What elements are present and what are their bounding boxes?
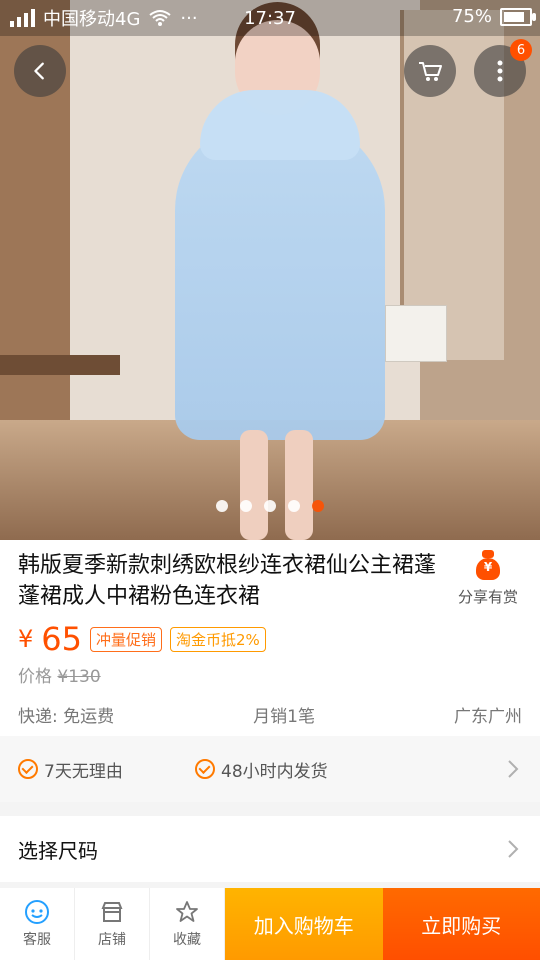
more-menu-button[interactable]: 6 [474, 39, 532, 97]
select-size-row[interactable]: 选择尺码 [0, 816, 540, 882]
star-icon [176, 901, 198, 922]
more-dots: ··· [180, 7, 198, 29]
model-leg-left [240, 430, 268, 540]
product-hero-image[interactable] [0, 0, 540, 540]
cart-button[interactable] [404, 45, 456, 97]
shipping-location: 广东广州 [454, 707, 522, 727]
clock: 17:37 [244, 8, 296, 29]
add-to-cart-button[interactable]: 加入购物车 [225, 888, 383, 960]
status-bar: 中国移动4G ··· 17:37 75% [0, 0, 540, 36]
toolbar-label: 收藏 [173, 932, 201, 948]
carrier-text: 中国移动4G [43, 9, 141, 30]
chevron-right-icon [508, 760, 519, 778]
toolbar-label: 店铺 [98, 932, 126, 948]
hero-shelf-decoration [0, 355, 120, 375]
product-info-card: 韩版夏季新款刺绣欧根纱连衣裙仙公主裙蓬蓬裙成人中裙粉色连衣裙 ¥ 分享有赏 ¥ … [0, 540, 540, 736]
shop-button[interactable]: 店铺 [75, 888, 150, 960]
orig-price-label: 价格 [18, 667, 52, 687]
original-price: 价格 ¥130 [18, 662, 101, 687]
monthly-sales: 月销1笔 [253, 707, 315, 727]
product-title: 韩版夏季新款刺绣欧根纱连衣裙仙公主裙蓬蓬裙成人中裙粉色连衣裙 [18, 553, 437, 609]
favorite-button[interactable]: 收藏 [150, 888, 225, 960]
battery-icon [500, 7, 536, 26]
service-face-icon [25, 900, 49, 924]
money-bag-icon: ¥ [473, 550, 503, 580]
product-meta-row: 快递: 免运费 月销1笔 广东广州 [18, 702, 522, 727]
carousel-dot[interactable] [288, 500, 300, 512]
price-row: ¥ 65 冲量促销 淘金币抵2% [18, 620, 266, 658]
service-label: 7天无理由 [44, 761, 123, 782]
signal-icon [10, 9, 35, 27]
check-circle-icon [195, 759, 215, 779]
notification-badge: 6 [510, 39, 532, 61]
wifi-icon [149, 10, 172, 26]
check-circle-icon [18, 759, 38, 779]
select-size-label: 选择尺码 [18, 838, 98, 863]
bottom-toolbar: 客服 店铺 收藏 加入购物车 立即购买 [0, 888, 540, 960]
carousel-dots [0, 500, 540, 512]
service-guarantees[interactable]: 7天无理由 48小时内发货 [0, 736, 540, 802]
service-item: 48小时内发货 [195, 757, 328, 782]
chevron-left-icon [34, 62, 44, 80]
shop-icon [101, 902, 123, 922]
carousel-dot-active[interactable] [312, 500, 324, 512]
share-reward-button[interactable]: ¥ 分享有赏 [454, 550, 522, 607]
currency-symbol: ¥ [18, 625, 34, 653]
battery-percent: 75% [451, 6, 492, 27]
back-button[interactable] [14, 45, 66, 97]
price-value: 65 [41, 620, 82, 658]
chevron-right-icon [508, 840, 519, 858]
buy-now-button[interactable]: 立即购买 [382, 888, 540, 960]
add-to-cart-label: 加入购物车 [253, 913, 354, 938]
toolbar-label: 客服 [23, 932, 51, 948]
carousel-dot[interactable] [216, 500, 228, 512]
coin-discount-tag: 淘金币抵2% [170, 626, 266, 652]
buy-now-label: 立即购买 [421, 913, 502, 938]
hero-book-decoration [385, 305, 447, 362]
orig-price-value: ¥130 [57, 667, 101, 687]
customer-service-button[interactable]: 客服 [0, 888, 75, 960]
promo-tag: 冲量促销 [90, 626, 163, 652]
more-vertical-icon [497, 60, 503, 82]
carousel-dot[interactable] [264, 500, 276, 512]
cart-icon [419, 62, 442, 81]
service-item: 7天无理由 [18, 757, 123, 782]
model-dress [175, 90, 385, 440]
model-leg-right [285, 430, 313, 540]
service-label: 48小时内发货 [221, 761, 328, 782]
shipping-info: 快递: 免运费 [18, 707, 115, 727]
carousel-dot[interactable] [240, 500, 252, 512]
share-label: 分享有赏 [457, 588, 518, 606]
